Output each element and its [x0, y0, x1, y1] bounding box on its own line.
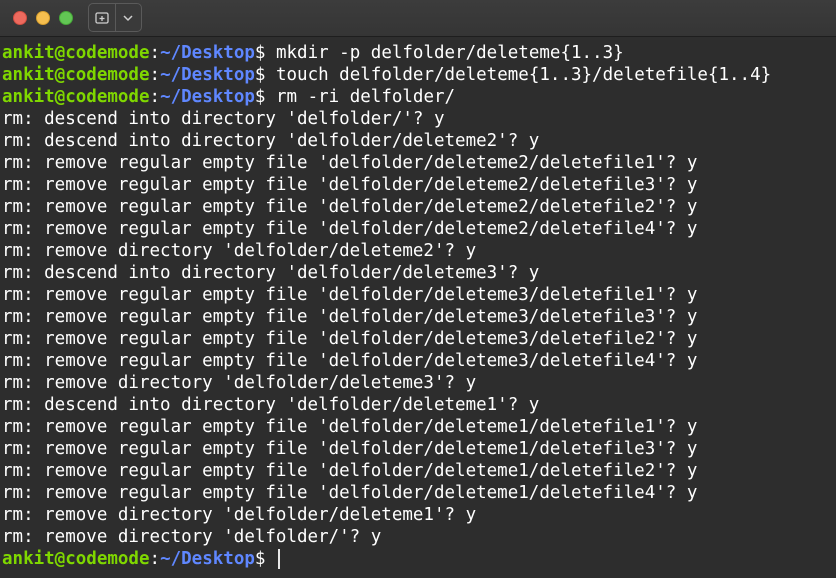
output-line: rm: remove regular empty file 'delfolder… — [2, 307, 698, 327]
prompt-colon: : — [149, 549, 161, 569]
prompt-line: ankit@codemode:~/Desktop$ mkdir -p delfo… — [2, 42, 624, 64]
prompt-path: ~/Desktop — [160, 87, 255, 107]
prompt-line: ankit@codemode:~/Desktop$ touch delfolde… — [2, 64, 771, 86]
output-line: rm: remove directory 'delfolder/deleteme… — [2, 373, 477, 393]
prompt-line: ankit@codemode:~/Desktop$ — [2, 548, 280, 570]
prompt-colon: : — [149, 43, 161, 63]
terminal-output[interactable]: ankit@codemode:~/Desktop$ mkdir -p delfo… — [0, 40, 836, 578]
output-line: rm: remove regular empty file 'delfolder… — [2, 219, 698, 239]
prompt-user-host: ankit@codemode — [2, 549, 150, 569]
title-bar — [0, 0, 836, 37]
output-line: rm: remove directory 'delfolder/deleteme… — [2, 505, 477, 525]
minimize-window-button[interactable] — [36, 11, 50, 25]
new-tab-icon — [95, 11, 109, 24]
prompt-symbol: $ — [254, 549, 276, 569]
prompt-user-host: ankit@codemode — [2, 65, 150, 85]
new-tab-button[interactable] — [89, 4, 116, 31]
output-line: rm: remove regular empty file 'delfolder… — [2, 461, 698, 481]
output-line: rm: remove regular empty file 'delfolder… — [2, 439, 698, 459]
prompt-path: ~/Desktop — [160, 65, 255, 85]
prompt-symbol: $ — [254, 65, 276, 85]
output-line: rm: remove directory 'delfolder/'? y — [2, 527, 382, 547]
command-text: touch delfolder/deleteme{1..3}/deletefil… — [275, 65, 772, 85]
tab-menu-button[interactable] — [116, 4, 142, 31]
output-line: rm: descend into directory 'delfolder/'?… — [2, 109, 445, 129]
prompt-path: ~/Desktop — [160, 43, 255, 63]
output-line: rm: remove regular empty file 'delfolder… — [2, 197, 698, 217]
output-line: rm: remove directory 'delfolder/deleteme… — [2, 241, 477, 261]
prompt-symbol: $ — [254, 43, 276, 63]
prompt-colon: : — [149, 65, 161, 85]
maximize-window-button[interactable] — [59, 11, 73, 25]
prompt-path: ~/Desktop — [160, 549, 255, 569]
output-line: rm: descend into directory 'delfolder/de… — [2, 131, 540, 151]
output-line: rm: remove regular empty file 'delfolder… — [2, 483, 698, 503]
output-line: rm: remove regular empty file 'delfolder… — [2, 175, 698, 195]
output-line: rm: descend into directory 'delfolder/de… — [2, 263, 540, 283]
output-line: rm: descend into directory 'delfolder/de… — [2, 395, 540, 415]
chevron-down-icon — [123, 14, 133, 21]
tab-controls — [88, 3, 142, 32]
text-cursor — [277, 549, 280, 569]
output-line: rm: remove regular empty file 'delfolder… — [2, 329, 698, 349]
prompt-line: ankit@codemode:~/Desktop$ rm -ri delfold… — [2, 86, 455, 108]
command-text: rm -ri delfolder/ — [275, 87, 456, 107]
output-line: rm: remove regular empty file 'delfolder… — [2, 285, 698, 305]
output-line: rm: remove regular empty file 'delfolder… — [2, 153, 698, 173]
command-text: mkdir -p delfolder/deleteme{1..3} — [275, 43, 624, 63]
close-window-button[interactable] — [13, 11, 27, 25]
prompt-symbol: $ — [254, 87, 276, 107]
output-line: rm: remove regular empty file 'delfolder… — [2, 351, 698, 371]
prompt-colon: : — [149, 87, 161, 107]
prompt-user-host: ankit@codemode — [2, 43, 150, 63]
output-line: rm: remove regular empty file 'delfolder… — [2, 417, 698, 437]
prompt-user-host: ankit@codemode — [2, 87, 150, 107]
